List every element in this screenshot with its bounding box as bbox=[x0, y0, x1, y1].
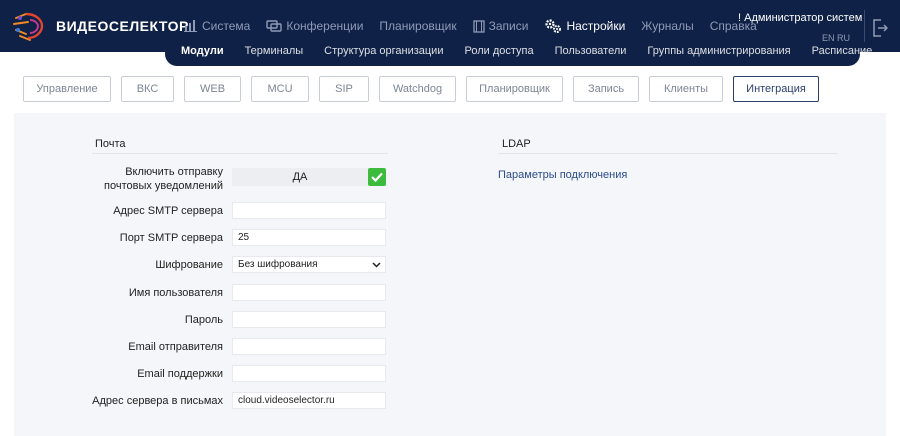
content-panel bbox=[14, 113, 886, 436]
film-icon bbox=[472, 19, 485, 33]
username-label: Имя пользователя bbox=[128, 287, 223, 299]
tab-recording[interactable]: Запись bbox=[573, 76, 639, 102]
tab-sip[interactable]: SIP bbox=[319, 76, 369, 102]
checkmark-icon bbox=[371, 172, 383, 182]
support-email-label: Email поддержки bbox=[137, 368, 223, 380]
ldap-section-title: LDAP bbox=[502, 138, 531, 150]
ldap-connection-link[interactable]: Параметры подключения bbox=[498, 169, 627, 181]
enable-mail-checkbox[interactable] bbox=[368, 168, 386, 186]
subnav-users[interactable]: Пользователи bbox=[555, 45, 627, 57]
enable-mail-label-line1: Включить отправку bbox=[125, 166, 223, 178]
user-name[interactable]: ! Администратор систем bbox=[738, 12, 862, 24]
sub-nav: Модули Терминалы Структура организации Р… bbox=[181, 45, 893, 57]
tab-scheduler[interactable]: Планировщик bbox=[466, 76, 563, 102]
subnav-modules[interactable]: Модули bbox=[181, 45, 224, 57]
password-input[interactable] bbox=[232, 311, 386, 328]
tab-watchdog[interactable]: Watchdog bbox=[379, 76, 456, 102]
nav-settings-label: Настройки bbox=[566, 19, 626, 33]
support-email-input[interactable] bbox=[232, 365, 386, 382]
server-in-mail-label: Адрес сервера в письмах bbox=[92, 395, 223, 407]
smtp-port-label: Порт SMTP сервера bbox=[119, 232, 223, 244]
tab-mcu[interactable]: MCU bbox=[251, 76, 309, 102]
sender-email-label: Email отправителя bbox=[128, 341, 223, 353]
nav-scheduler-label: Планировщик bbox=[379, 19, 457, 33]
nav-scheduler[interactable]: Планировщик bbox=[379, 18, 456, 34]
chart-icon bbox=[184, 20, 197, 32]
gears-icon bbox=[545, 19, 562, 33]
nav-records-label: Записи bbox=[488, 19, 529, 33]
smtp-port-input[interactable]: 25 bbox=[232, 229, 386, 246]
nav-conferences[interactable]: Конференции bbox=[266, 18, 363, 34]
password-label: Пароль bbox=[184, 314, 223, 326]
chat-icon bbox=[266, 19, 283, 32]
nav-conferences-label: Конференции bbox=[286, 19, 364, 33]
subnav-org-structure[interactable]: Структура организации bbox=[324, 45, 443, 57]
server-in-mail-input[interactable]: cloud.videoselector.ru bbox=[232, 392, 386, 409]
nav-system-label: Система bbox=[202, 19, 251, 33]
subnav-admin-groups[interactable]: Группы администрирования bbox=[647, 45, 790, 57]
nav-journals[interactable]: Журналы bbox=[641, 18, 693, 34]
logo[interactable]: ВИДЕОСЕЛЕКТОР bbox=[12, 10, 189, 42]
main-nav: Система Конференции Планировщик Записи Н… bbox=[184, 18, 773, 34]
mail-section-divider bbox=[92, 153, 388, 154]
header-divider bbox=[864, 10, 865, 42]
language-switch[interactable]: EN RU bbox=[822, 33, 850, 43]
nav-records[interactable]: Записи bbox=[472, 18, 529, 34]
logout-icon bbox=[873, 19, 889, 37]
encryption-select[interactable]: Без шифрования bbox=[232, 256, 386, 273]
mail-section-title: Почта bbox=[95, 138, 126, 150]
tab-vks[interactable]: ВКС bbox=[121, 76, 174, 102]
subnav-access-roles[interactable]: Роли доступа bbox=[464, 45, 533, 57]
subnav-terminals[interactable]: Терминалы bbox=[245, 45, 304, 57]
tab-clients[interactable]: Клиенты bbox=[649, 76, 723, 102]
subnav-schedule[interactable]: Расписание bbox=[812, 45, 873, 57]
logo-text: ВИДЕОСЕЛЕКТОР bbox=[56, 18, 189, 34]
smtp-address-input[interactable] bbox=[232, 202, 386, 219]
encryption-select-value: Без шифрования bbox=[238, 259, 318, 270]
enable-mail-toggle[interactable]: ДА bbox=[232, 168, 368, 186]
chevron-down-icon bbox=[372, 261, 381, 268]
nav-settings[interactable]: Настройки bbox=[544, 18, 625, 34]
tab-integration[interactable]: Интеграция bbox=[733, 76, 819, 102]
username-input[interactable] bbox=[232, 284, 386, 301]
tab-management[interactable]: Управление bbox=[23, 76, 111, 102]
enable-mail-label-line2: почтовых уведомлений bbox=[104, 180, 223, 192]
nav-system[interactable]: Система bbox=[184, 18, 250, 34]
logout-button[interactable] bbox=[872, 19, 889, 40]
smtp-address-label: Адрес SMTP сервера bbox=[113, 205, 223, 217]
logo-icon bbox=[13, 12, 44, 41]
ldap-section-divider bbox=[498, 153, 838, 154]
nav-journals-label: Журналы bbox=[641, 19, 694, 33]
tab-web[interactable]: WEB bbox=[184, 76, 241, 102]
encryption-label: Шифрование bbox=[155, 259, 223, 271]
sender-email-input[interactable] bbox=[232, 338, 386, 355]
